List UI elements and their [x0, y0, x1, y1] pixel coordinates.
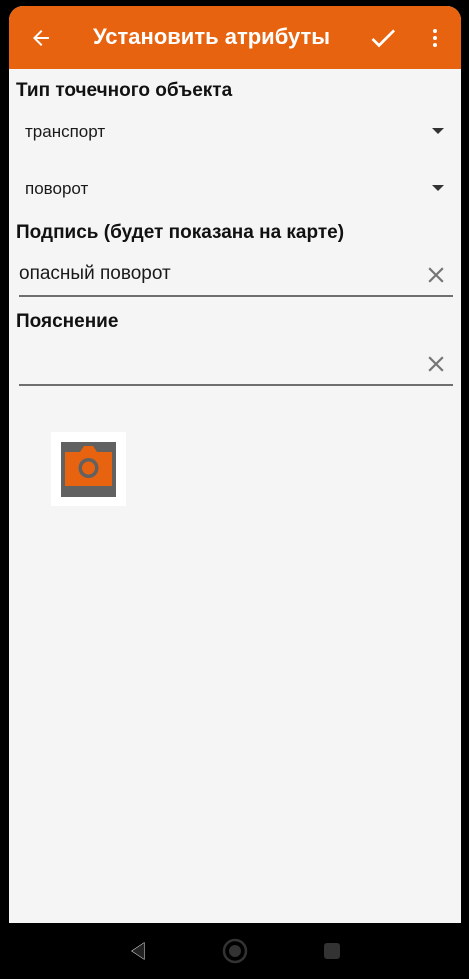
overflow-menu-button[interactable] — [421, 20, 449, 56]
back-button[interactable] — [23, 20, 59, 56]
app-bar: Установить атрибуты — [9, 6, 461, 69]
dropdown-arrow-icon — [432, 128, 444, 134]
caption-input[interactable] — [19, 255, 409, 293]
point-type-label: Тип точечного объекта — [16, 80, 233, 101]
caption-label: Подпись (будет показана на карте) — [16, 222, 345, 243]
subtype-dropdown-value: поворот — [25, 179, 89, 198]
subtype-dropdown[interactable]: поворот — [16, 169, 448, 209]
nav-home-icon — [222, 938, 248, 964]
page-title: Установить атрибуты — [93, 24, 331, 49]
note-label: Пояснение — [16, 311, 119, 332]
category-dropdown-value: транспорт — [25, 122, 106, 141]
category-dropdown[interactable]: транспорт — [16, 112, 448, 152]
add-photo-button[interactable] — [51, 432, 126, 506]
nav-recents-icon — [324, 943, 340, 959]
note-field — [19, 344, 453, 386]
check-icon — [371, 29, 395, 48]
nav-recents-button[interactable] — [318, 937, 346, 965]
nav-back-icon — [131, 942, 145, 960]
more-vert-icon — [433, 29, 437, 47]
confirm-button[interactable] — [363, 20, 403, 56]
nav-home-button[interactable] — [221, 937, 249, 965]
nav-back-button[interactable] — [124, 937, 152, 965]
camera-icon — [61, 442, 116, 497]
dropdown-arrow-icon — [432, 185, 444, 191]
clear-note-button[interactable] — [423, 351, 449, 377]
caption-field — [19, 255, 453, 297]
note-input[interactable] — [19, 344, 409, 382]
system-navigation-bar — [0, 923, 469, 979]
device-frame: Установить атрибуты Тип точечного объект… — [0, 0, 469, 979]
arrow-back-icon — [33, 30, 49, 46]
app-screen: Установить атрибуты Тип точечного объект… — [9, 6, 461, 923]
clear-caption-button[interactable] — [423, 262, 449, 288]
